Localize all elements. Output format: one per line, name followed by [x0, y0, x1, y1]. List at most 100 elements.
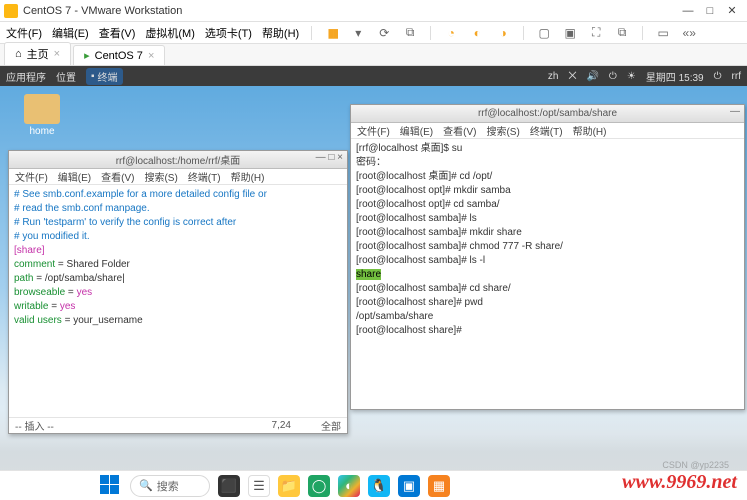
wechat-icon[interactable]: ◯ — [308, 475, 330, 497]
sh-l3: [root@localhost 桌面]# cd /opt/ — [356, 171, 492, 182]
gnome-user[interactable]: rrf — [732, 71, 741, 82]
tr-menu-help[interactable]: 帮助(H) — [573, 123, 607, 138]
smb-eq-3: = — [65, 287, 76, 298]
terminal-left-minimize[interactable]: — □ × — [316, 152, 343, 163]
menu-edit[interactable]: 编辑(E) — [52, 25, 89, 41]
smb-eq-4: = — [48, 301, 59, 312]
fullscreen-icon[interactable]: ⛶ — [588, 25, 604, 41]
terminal-right-menu: 文件(F) 编辑(E) 查看(V) 搜索(S) 终端(T) 帮助(H) — [351, 123, 744, 139]
cursor: | — [122, 273, 125, 284]
tool2-icon[interactable]: ◑ — [495, 25, 511, 41]
smb-key-validusers: valid users — [14, 315, 62, 326]
tab-vm[interactable]: ▸ CentOS 7 × — [73, 45, 165, 65]
tl-menu-edit[interactable]: 编辑(E) — [58, 169, 91, 184]
ls-output-share: share — [356, 269, 381, 280]
vm-display[interactable]: 应用程序 位置 ▪ 终端 zh ⨉ 🔊 ⏻ ☀ 星期四 15:39 ⏻ rrf … — [0, 66, 747, 470]
terminal-left-titlebar[interactable]: rrf@localhost:/home/rrf/桌面 — □ × — [9, 151, 347, 169]
sh-l5: [root@localhost opt]# cd samba/ — [356, 199, 500, 210]
tab-home[interactable]: ⌂ 主页 × — [4, 42, 71, 65]
taskbar-search[interactable]: 🔍 搜索 — [130, 475, 210, 497]
tl-menu-terminal[interactable]: 终端(T) — [188, 169, 221, 184]
gnome-places[interactable]: 位置 — [56, 69, 76, 84]
sh-l10: [root@localhost samba]# cd share/ — [356, 283, 511, 294]
tr-menu-terminal[interactable]: 终端(T) — [530, 123, 563, 138]
network-icon[interactable]: ⏻ — [609, 71, 617, 82]
smb-comment-2: # read the smb.conf manpage. — [14, 203, 150, 214]
tl-menu-view[interactable]: 查看(V) — [101, 169, 134, 184]
menu-file[interactable]: 文件(F) — [6, 25, 42, 41]
maximize-button[interactable]: □ — [699, 5, 721, 17]
terminal-right-title: rrf@localhost:/opt/samba/share — [478, 108, 617, 119]
smb-val-writable: yes — [60, 301, 76, 312]
csdn-watermark: CSDN @yp2235 — [662, 460, 729, 470]
tool1-icon[interactable]: ◐ — [469, 25, 485, 41]
tl-menu-help[interactable]: 帮助(H) — [231, 169, 265, 184]
toolbar-dropdown-icon[interactable]: ▾ — [350, 25, 366, 41]
terminal-left-title: rrf@localhost:/home/rrf/桌面 — [116, 152, 241, 167]
copilot-icon[interactable]: ⬛ — [218, 475, 240, 497]
folder-icon — [24, 94, 60, 124]
vmware-menubar: 文件(F) 编辑(E) 查看(V) 虚拟机(M) 选项卡(T) 帮助(H) ▮▮… — [0, 22, 747, 44]
smb-comment-1: # See smb.conf.example for a more detail… — [14, 189, 267, 200]
power-icon[interactable]: ⏻ — [714, 71, 722, 82]
vmware-title-text: CentOS 7 - VMware Workstation — [23, 5, 182, 17]
terminal-left-content[interactable]: # See smb.conf.example for a more detail… — [9, 185, 347, 417]
tab-vm-close[interactable]: × — [148, 50, 154, 62]
send-ctrlaltdel-icon[interactable]: ⟳ — [376, 25, 392, 41]
terminal-task-label: 终端 — [98, 69, 118, 84]
smb-val-comment: = Shared Folder — [55, 259, 130, 270]
taskview-icon[interactable]: ☰ — [248, 475, 270, 497]
app-icon[interactable]: ▣ — [398, 475, 420, 497]
smb-key-browseable: browseable — [14, 287, 65, 298]
sh-l8: [root@localhost samba]# chmod 777 -R sha… — [356, 241, 563, 252]
bluetooth-icon[interactable]: ⨉ — [568, 71, 576, 82]
qq-icon[interactable]: 🐧 — [368, 475, 390, 497]
vmware-taskbar-icon[interactable]: ▦ — [428, 475, 450, 497]
brightness-icon[interactable]: ☀ — [627, 71, 636, 82]
snapshot-icon[interactable]: ⧉ — [402, 25, 418, 41]
menu-help[interactable]: 帮助(H) — [262, 25, 299, 41]
tr-menu-search[interactable]: 搜索(S) — [486, 123, 519, 138]
unity-icon[interactable]: ⧉ — [614, 25, 630, 41]
gnome-top-panel: 应用程序 位置 ▪ 终端 zh ⨉ 🔊 ⏻ ☀ 星期四 15:39 ⏻ rrf — [0, 66, 747, 86]
smb-val-browseable: yes — [77, 287, 93, 298]
tab-home-close[interactable]: × — [54, 48, 60, 60]
tr-menu-edit[interactable]: 编辑(E) — [400, 123, 433, 138]
site-watermark: www.9969.net — [622, 471, 737, 494]
menu-vm[interactable]: 虚拟机(M) — [145, 25, 195, 41]
gnome-clock[interactable]: 星期四 15:39 — [646, 69, 704, 84]
close-button[interactable]: ✕ — [721, 4, 743, 17]
tl-menu-file[interactable]: 文件(F) — [15, 169, 48, 184]
minimize-button[interactable]: — — [677, 5, 699, 17]
clock-icon[interactable]: ◔ — [443, 25, 459, 41]
start-button[interactable] — [100, 475, 122, 497]
edge-icon[interactable]: ◐ — [338, 475, 360, 497]
input-lang[interactable]: zh — [548, 71, 559, 82]
terminal-editor-window[interactable]: rrf@localhost:/home/rrf/桌面 — □ × 文件(F) 编… — [8, 150, 348, 434]
terminal-right-titlebar[interactable]: rrf@localhost:/opt/samba/share — — [351, 105, 744, 123]
taskbar-terminal[interactable]: ▪ 终端 — [86, 68, 123, 85]
pause-vm-icon[interactable]: ▮▮ — [324, 25, 340, 41]
tl-menu-search[interactable]: 搜索(S) — [144, 169, 177, 184]
menu-tabs[interactable]: 选项卡(T) — [205, 25, 252, 41]
gnome-applications[interactable]: 应用程序 — [6, 69, 46, 84]
terminal-right-minimize[interactable]: — — [730, 106, 740, 117]
menu-view[interactable]: 查看(V) — [99, 25, 136, 41]
volume-icon[interactable]: 🔊 — [586, 71, 598, 82]
desktop-home-folder[interactable]: home — [24, 94, 60, 137]
multi-monitor-icon[interactable]: ▣ — [562, 25, 578, 41]
sh-l4: [root@localhost opt]# mkdir samba — [356, 185, 511, 196]
terminal-right-content[interactable]: [rrf@localhost 桌面]$ su 密码： [root@localho… — [351, 139, 744, 409]
tr-menu-file[interactable]: 文件(F) — [357, 123, 390, 138]
library-icon[interactable]: ▭ — [655, 25, 671, 41]
vmware-logo-icon — [4, 4, 18, 18]
smb-comment-3: # Run 'testparm' to verify the config is… — [14, 217, 236, 228]
terminal-shell-window[interactable]: rrf@localhost:/opt/samba/share — 文件(F) 编… — [350, 104, 745, 410]
expand-icon[interactable]: «» — [681, 25, 697, 41]
tr-menu-view[interactable]: 查看(V) — [443, 123, 476, 138]
sh-l1: [rrf@localhost 桌面]$ su — [356, 143, 462, 154]
smb-key-writable: writable — [14, 301, 48, 312]
fit-guest-icon[interactable]: ▢ — [536, 25, 552, 41]
explorer-icon[interactable]: 📁 — [278, 475, 300, 497]
home-icon: ⌂ — [15, 48, 22, 60]
